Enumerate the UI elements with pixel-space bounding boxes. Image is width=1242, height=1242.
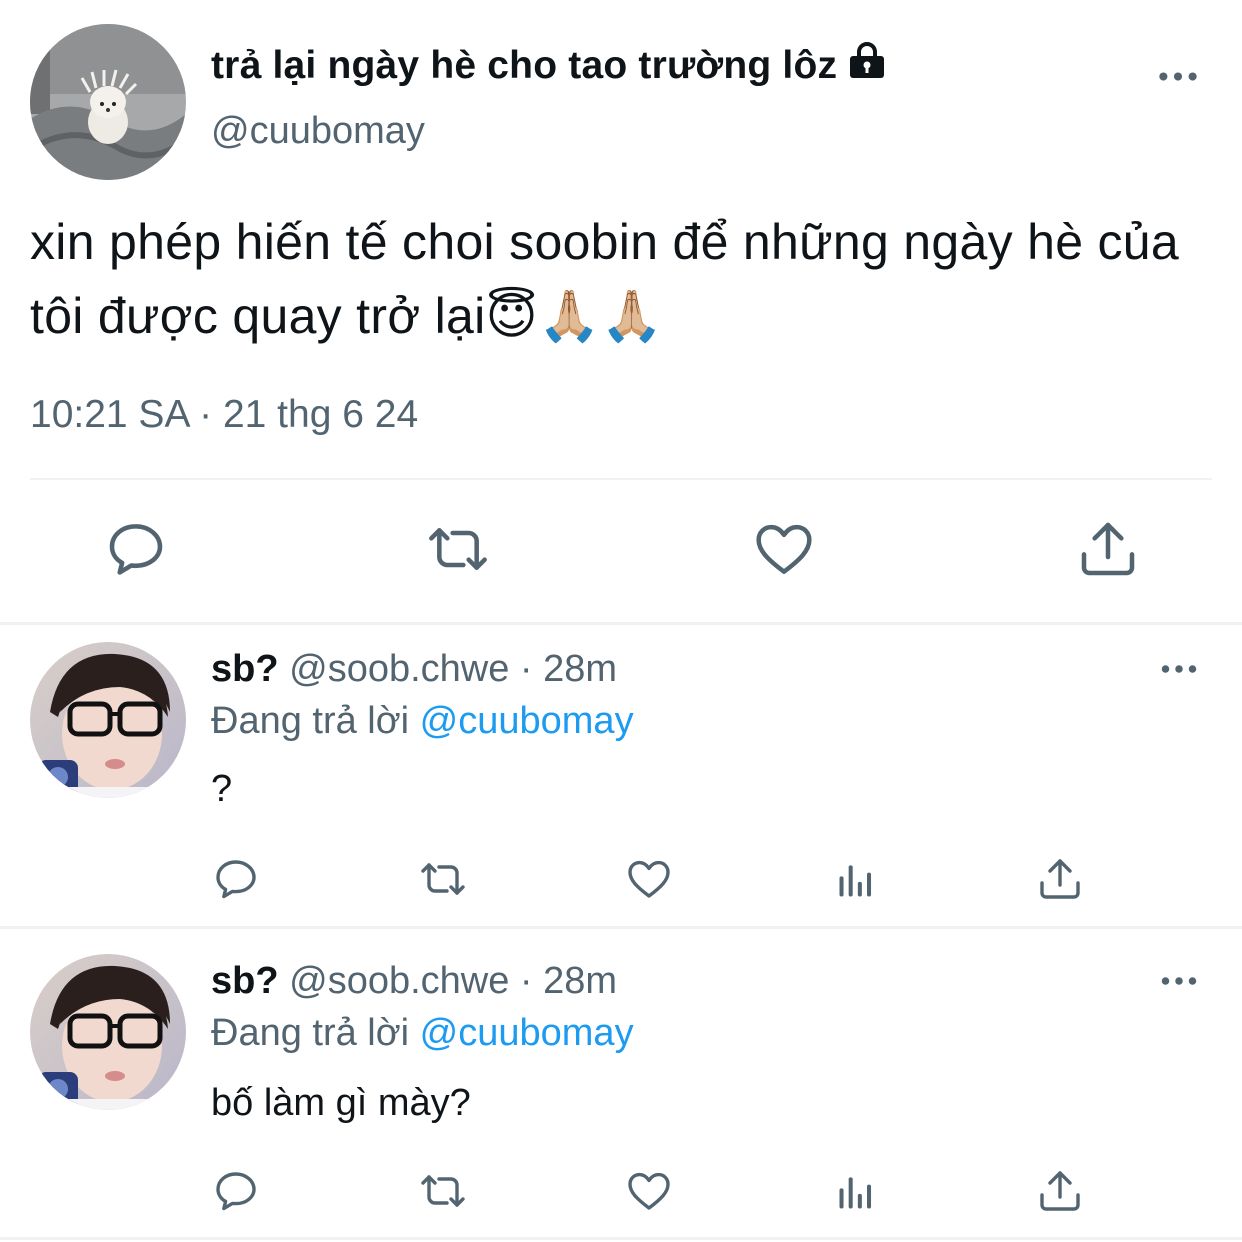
views-icon[interactable] (832, 858, 880, 902)
more-options-icon[interactable] (1160, 975, 1198, 987)
retweet-icon[interactable] (424, 517, 492, 581)
retweet-icon[interactable] (416, 855, 470, 903)
replying-label: Đang trả lời (211, 1012, 420, 1054)
reply-avatar[interactable] (30, 642, 186, 798)
reply-text: bố làm gì mày? (211, 1082, 471, 1124)
share-icon[interactable] (1036, 1167, 1084, 1215)
reply-display-name[interactable]: sb? (211, 960, 279, 1002)
reply-avatar[interactable] (30, 954, 186, 1110)
tweet-timestamp[interactable]: 10:21 SA · 21 thg 6 24 (30, 393, 418, 437)
author-handle[interactable]: @cuubomay (211, 110, 425, 153)
divider (0, 926, 1242, 929)
mention-link[interactable]: @cuubomay (420, 1012, 634, 1054)
replying-label: Đang trả lời (211, 700, 420, 742)
reply-text: ? (211, 768, 233, 810)
replying-to: Đang trả lời @cuubomay (211, 700, 634, 743)
reply-handle[interactable]: @soob.chwe (289, 960, 509, 1002)
dog-avatar-image (30, 24, 186, 180)
like-icon[interactable] (752, 517, 816, 581)
more-options-icon[interactable] (1158, 70, 1198, 83)
reply-time: · 28m (509, 960, 618, 1002)
like-icon[interactable] (625, 855, 673, 903)
person-avatar-image (30, 954, 186, 1110)
replying-to: Đang trả lời @cuubomay (211, 1012, 634, 1055)
tweet-text: xin phép hiến tế choi soobin để những ng… (30, 214, 1180, 344)
reply-handle[interactable]: @soob.chwe (289, 648, 509, 690)
divider (30, 478, 1212, 480)
author-display-name-row[interactable]: trả lại ngày hè cho tao trường lôz (211, 42, 887, 90)
divider (0, 1237, 1242, 1240)
lock-icon (847, 42, 887, 90)
reply-icon[interactable] (212, 1167, 260, 1215)
reply-time: · 28m (509, 648, 618, 690)
reply-header[interactable]: sb? @soob.chwe · 28m (211, 648, 617, 691)
mention-link[interactable]: @cuubomay (420, 700, 634, 742)
person-avatar-image (30, 642, 186, 798)
like-icon[interactable] (625, 1167, 673, 1215)
reply-header[interactable]: sb? @soob.chwe · 28m (211, 960, 617, 1003)
reply-display-name[interactable]: sb? (211, 648, 279, 690)
share-icon[interactable] (1076, 517, 1140, 581)
author-display-name[interactable]: trả lại ngày hè cho tao trường lôz (211, 44, 837, 88)
reply-icon[interactable] (212, 855, 260, 903)
more-options-icon[interactable] (1160, 663, 1198, 675)
views-icon[interactable] (832, 1170, 880, 1214)
author-avatar[interactable] (30, 24, 186, 180)
share-icon[interactable] (1036, 855, 1084, 903)
reply-icon[interactable] (104, 517, 168, 581)
retweet-icon[interactable] (416, 1167, 470, 1215)
divider (0, 622, 1242, 625)
